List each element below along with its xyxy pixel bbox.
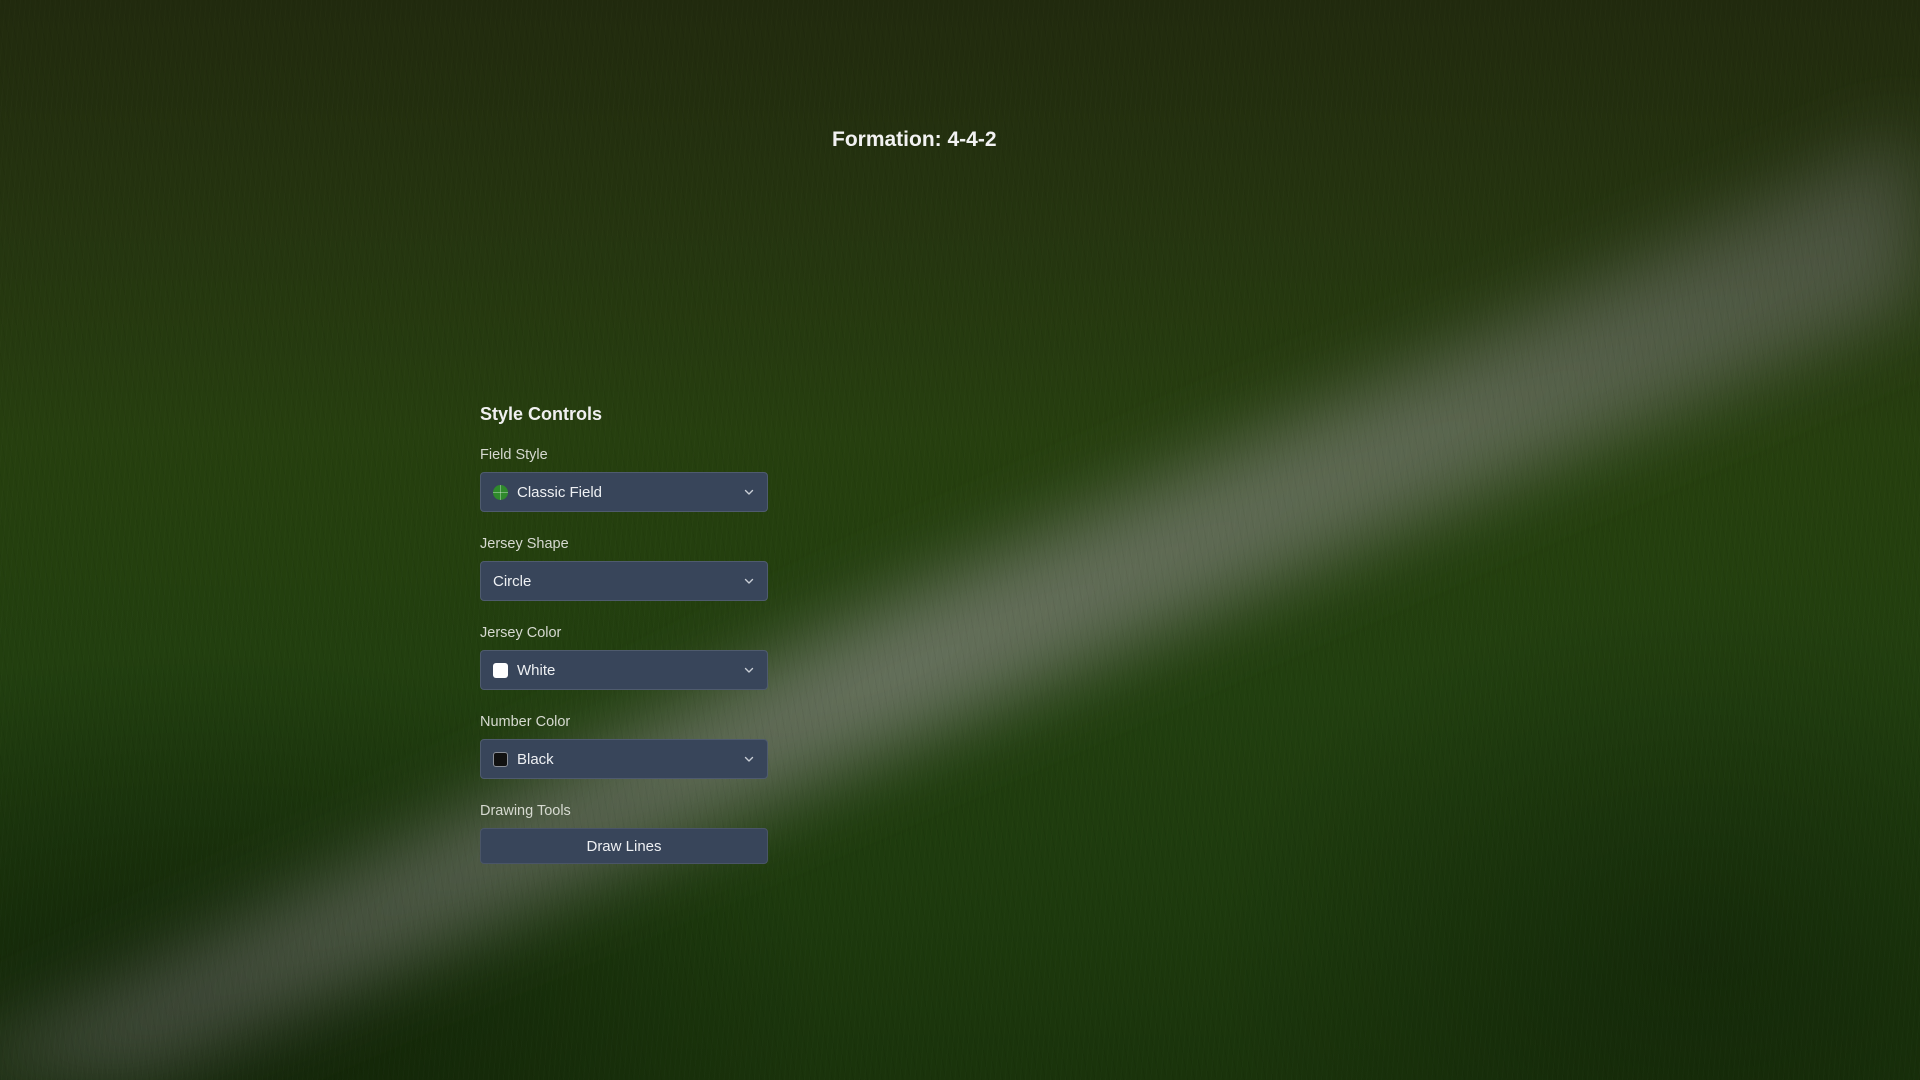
vignette-overlay [0, 0, 1920, 1080]
drawing-tools-label: Drawing Tools [480, 803, 571, 819]
style-controls-panel: Style Controls Field Style Classic Field… [480, 404, 768, 864]
chevron-down-icon [744, 489, 754, 495]
chevron-down-icon [744, 756, 754, 762]
field-style-select[interactable]: Classic Field [480, 472, 768, 512]
jersey-color-label: Jersey Color [480, 625, 562, 641]
chevron-down-icon [744, 578, 754, 584]
jersey-shape-label: Jersey Shape [480, 536, 569, 552]
style-controls-title: Style Controls [480, 404, 603, 424]
jersey-color-swatch [493, 662, 508, 678]
number-color-label: Number Color [480, 714, 571, 730]
number-color-value: Black [517, 750, 554, 768]
jersey-shape-value: Circle [493, 572, 532, 590]
field-style-label: Field Style [480, 447, 548, 463]
draw-lines-button[interactable]: Draw Lines [480, 828, 768, 864]
jersey-color-select[interactable]: White [480, 650, 768, 690]
jersey-shape-select[interactable]: Circle [480, 561, 768, 601]
number-color-swatch [493, 751, 508, 767]
formation-title: Formation: 4-4-2 [832, 128, 997, 151]
field-style-value: Classic Field [517, 483, 603, 501]
field-icon [493, 484, 508, 500]
number-color-select[interactable]: Black [480, 739, 768, 779]
jersey-color-value: White [517, 661, 556, 679]
chevron-down-icon [744, 667, 754, 673]
